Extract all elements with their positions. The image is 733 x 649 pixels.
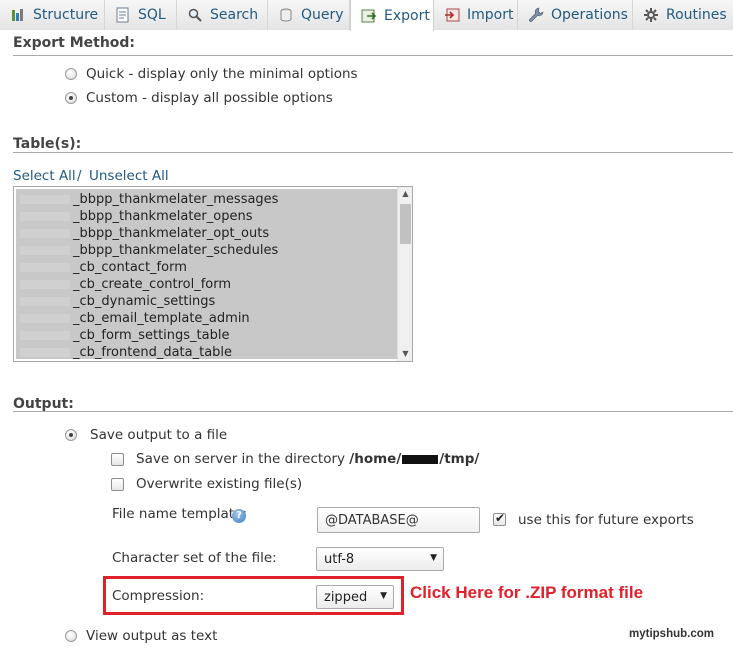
watermark: mytipshub.com — [629, 628, 714, 640]
compression-select[interactable]: zipped ▼ — [316, 585, 394, 609]
custom-radio[interactable] — [65, 92, 77, 104]
list-item[interactable]: _cb_create_control_form — [16, 276, 397, 293]
tab-label: Import — [467, 7, 514, 23]
redacted-prefix — [20, 229, 70, 238]
redacted-prefix — [20, 195, 70, 204]
compression-label: Compression: — [112, 588, 205, 604]
scroll-up-icon[interactable]: ▲ — [398, 187, 413, 201]
query-icon — [278, 7, 294, 23]
tab-bar: Structure SQL Search Query Export Import — [0, 0, 733, 31]
list-item[interactable]: _bbpp_thankmelater_opens — [16, 208, 397, 225]
divider — [13, 55, 733, 56]
scroll-down-icon[interactable]: ▼ — [398, 347, 413, 361]
redacted-prefix — [20, 348, 70, 357]
tab-label: Structure — [33, 7, 99, 23]
future-exports-label[interactable]: use this for future exports — [518, 512, 694, 528]
unselect-all-link[interactable]: Unselect All — [89, 168, 169, 184]
tables-list: _bbpp_thankmelater_messages _bbpp_thankm… — [16, 189, 397, 359]
link-separator: / — [77, 168, 82, 184]
export-icon — [361, 8, 377, 24]
sql-icon — [115, 7, 131, 23]
list-item[interactable]: _cb_contact_form — [16, 259, 397, 276]
list-scrollbar[interactable]: ▲ ▼ — [397, 187, 412, 361]
help-icon[interactable]: ? — [232, 509, 246, 523]
tab-routines[interactable]: Routines — [633, 0, 733, 30]
chevron-down-icon: ▼ — [380, 591, 387, 601]
tables-title: Table(s): — [13, 136, 82, 152]
quick-radio[interactable] — [65, 68, 77, 80]
redacted-prefix — [20, 246, 70, 255]
list-item[interactable]: _bbpp_thankmelater_opt_outs — [16, 225, 397, 242]
save-to-file-label[interactable]: Save output to a file — [90, 427, 227, 443]
file-name-template-input[interactable]: @DATABASE@ — [317, 507, 480, 533]
tab-operations[interactable]: Operations — [518, 0, 633, 30]
save-on-server-label[interactable]: Save on server in the directory /home//t… — [136, 451, 479, 467]
quick-label[interactable]: Quick - display only the minimal options — [86, 66, 358, 82]
list-item[interactable]: _cb_dynamic_settings — [16, 293, 397, 310]
custom-label[interactable]: Custom - display all possible options — [86, 90, 333, 106]
scroll-thumb[interactable] — [400, 204, 411, 244]
save-on-server-checkbox[interactable] — [111, 453, 124, 466]
tab-label: Routines — [666, 7, 727, 23]
divider — [13, 152, 733, 153]
redacted-prefix — [20, 280, 70, 289]
list-item[interactable]: _bbpp_thankmelater_schedules — [16, 242, 397, 259]
overwrite-label[interactable]: Overwrite existing file(s) — [136, 476, 302, 492]
chevron-down-icon: ▼ — [430, 553, 437, 563]
wrench-icon — [528, 7, 544, 23]
future-exports-checkbox[interactable] — [493, 511, 506, 526]
charset-select[interactable]: utf-8 ▼ — [316, 547, 444, 571]
import-icon — [444, 7, 460, 23]
redacted-prefix — [20, 331, 70, 340]
list-item[interactable]: _cb_frontend_data_table — [16, 344, 397, 359]
tab-label: SQL — [138, 7, 166, 23]
tab-label: Query — [301, 7, 344, 23]
redacted-prefix — [20, 297, 70, 306]
redacted-prefix — [20, 263, 70, 272]
tables-listbox[interactable]: _bbpp_thankmelater_messages _bbpp_thankm… — [13, 186, 413, 362]
list-item[interactable]: _bbpp_thankmelater_messages — [16, 191, 397, 208]
divider — [13, 411, 733, 412]
tab-label: Search — [210, 7, 259, 23]
tab-label: Operations — [551, 7, 628, 23]
view-as-text-label[interactable]: View output as text — [86, 628, 217, 644]
redacted-prefix — [20, 314, 70, 323]
select-all-link[interactable]: Select All — [13, 168, 76, 184]
view-as-text-radio[interactable] — [65, 630, 77, 642]
tab-sql[interactable]: SQL — [105, 0, 177, 30]
list-item[interactable]: _cb_email_template_admin — [16, 310, 397, 327]
redacted-prefix — [20, 212, 70, 221]
export-method-title: Export Method: — [13, 35, 136, 51]
routines-icon — [643, 7, 659, 23]
annotation-text: Click Here for .ZIP format file — [410, 583, 644, 602]
search-icon — [187, 7, 203, 23]
file-name-template-label: File name template: — [112, 506, 247, 522]
output-title: Output: — [13, 396, 74, 412]
overwrite-checkbox[interactable] — [111, 478, 124, 491]
save-to-file-radio[interactable] — [65, 429, 77, 441]
tab-query[interactable]: Query — [268, 0, 350, 30]
tab-search[interactable]: Search — [177, 0, 268, 30]
tab-label: Export — [384, 7, 430, 24]
tab-structure[interactable]: Structure — [0, 0, 105, 30]
tab-import[interactable]: Import — [434, 0, 518, 30]
list-item[interactable]: _cb_form_settings_table — [16, 327, 397, 344]
charset-label: Character set of the file: — [112, 550, 277, 566]
redacted-path — [402, 454, 439, 464]
structure-icon — [10, 7, 26, 23]
tab-export[interactable]: Export — [350, 0, 434, 31]
